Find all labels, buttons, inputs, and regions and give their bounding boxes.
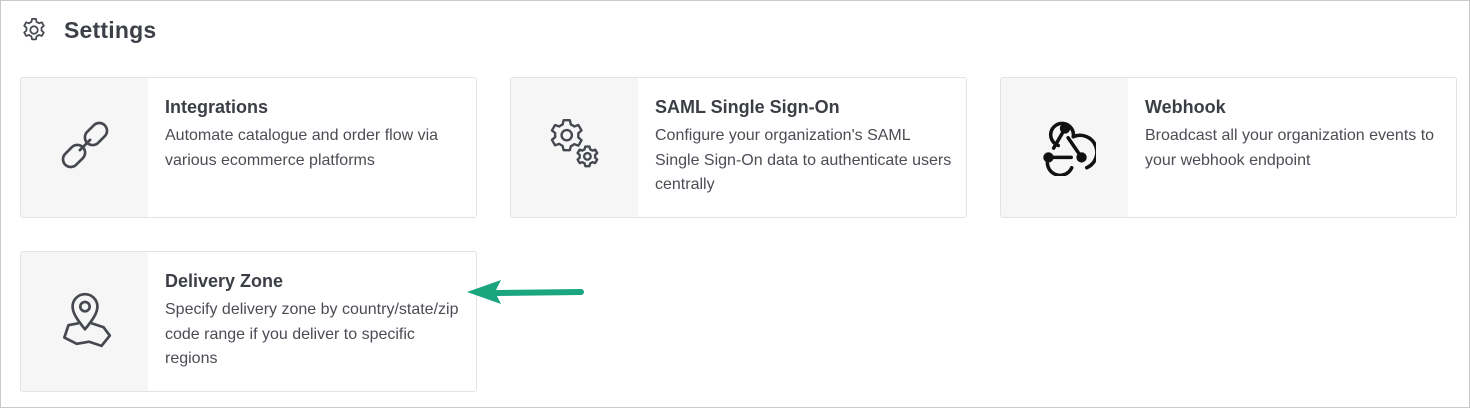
delivery-zone-card[interactable]: Delivery Zone Specify delivery zone by c…: [20, 251, 477, 392]
link-icon: [54, 114, 116, 181]
card-description: Broadcast all your organization events t…: [1145, 127, 1435, 169]
saml-sso-card[interactable]: SAML Single Sign-On Configure your organ…: [510, 77, 967, 218]
card-description: Configure your organization's SAML Singl…: [655, 127, 952, 193]
card-title: Webhook: [1145, 97, 1226, 117]
integrations-card[interactable]: Integrations Automate catalogue and orde…: [20, 77, 477, 218]
card-icon-pane: [21, 252, 148, 391]
card-icon-pane: [1001, 78, 1128, 217]
page-title: Settings: [64, 16, 157, 43]
card-title: Delivery Zone: [165, 271, 284, 291]
card-title: Integrations: [165, 97, 269, 117]
webhook-card[interactable]: Webhook Broadcast all your organization …: [1000, 77, 1457, 218]
map-pin-icon: [54, 288, 116, 355]
webhook-icon: [1034, 114, 1099, 181]
card-text: Delivery Zone Specify delivery zone by c…: [165, 270, 464, 372]
card-icon-pane: [511, 78, 638, 217]
card-text: SAML Single Sign-On Configure your organ…: [655, 96, 954, 198]
card-text: Webhook Broadcast all your organization …: [1145, 96, 1444, 173]
gear-icon: [20, 16, 48, 44]
settings-page: Settings Integrations Automate catalogue…: [0, 0, 1470, 408]
page-header: Settings: [20, 14, 156, 46]
card-description: Specify delivery zone by country/state/z…: [165, 301, 459, 367]
card-description: Automate catalogue and order flow via va…: [165, 127, 439, 169]
arrow-left-icon: [463, 277, 587, 307]
gears-icon: [544, 114, 606, 181]
card-text: Integrations Automate catalogue and orde…: [165, 96, 464, 173]
card-title: SAML Single Sign-On: [655, 97, 840, 117]
card-icon-pane: [21, 78, 148, 217]
